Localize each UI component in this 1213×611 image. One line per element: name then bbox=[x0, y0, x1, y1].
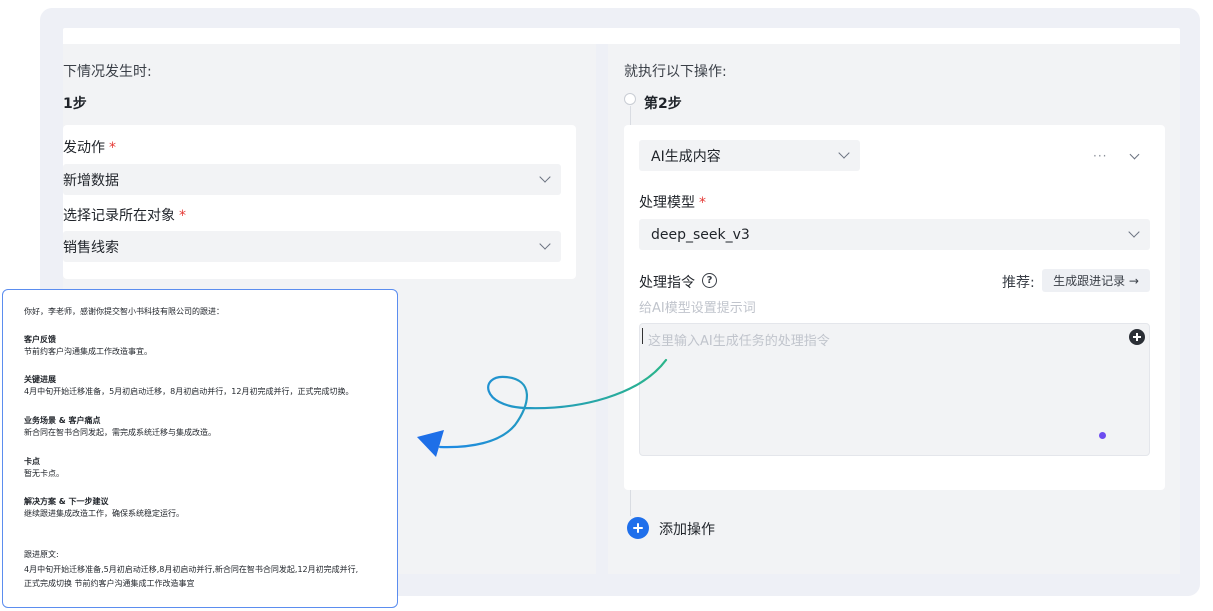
flow-arrow-icon bbox=[417, 358, 668, 457]
